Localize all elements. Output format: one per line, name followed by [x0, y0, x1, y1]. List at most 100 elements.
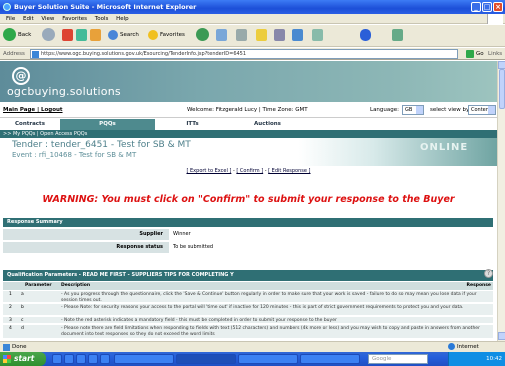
confirm-warning: WARNING: You must click on "Confirm" to …: [42, 194, 455, 205]
taskbar-window-button[interactable]: [300, 354, 360, 364]
back-button[interactable]: Back: [3, 28, 31, 43]
menu-file[interactable]: File: [6, 16, 15, 22]
tab-contracts[interactable]: Contracts: [0, 119, 60, 130]
research-button[interactable]: [392, 28, 403, 43]
minimize-button[interactable]: _: [471, 2, 481, 12]
windows-logo-icon: [487, 14, 503, 24]
menu-view[interactable]: View: [41, 16, 54, 22]
row-description: - As you progress through the questionna…: [61, 292, 477, 303]
scroll-up-icon[interactable]: [498, 61, 505, 69]
bluetooth-button[interactable]: [360, 28, 371, 43]
taskbar-window-button-active[interactable]: [176, 354, 236, 364]
window-title: Buyer Solution Suite - Microsoft Interne…: [14, 3, 197, 11]
favorites-button[interactable]: Favorites: [148, 28, 185, 43]
quicklaunch-icon[interactable]: [100, 354, 110, 364]
tab-pqqs[interactable]: PQQs: [60, 119, 155, 130]
home-button[interactable]: [90, 28, 101, 43]
row-description: - Please note there are field limitation…: [61, 326, 480, 337]
export-to-excel-link[interactable]: [ Export to Excel ]: [186, 168, 231, 174]
main-tabs: Contracts PQQs ITTs Auctions: [0, 119, 497, 130]
table-row: 4 d - Please note there are field limita…: [3, 325, 493, 339]
table-row: 2 b - Please Note: for security reasons …: [3, 304, 493, 316]
confirm-link[interactable]: [ Confirm ]: [236, 168, 263, 174]
menu-favorites[interactable]: Favorites: [62, 16, 87, 22]
ie-logo-icon: [3, 3, 11, 11]
main-page-logout-link[interactable]: Main Page | Logout: [3, 102, 63, 118]
go-arrow-icon: [466, 49, 474, 58]
tender-header: Tender : tender_6451 - Test for SB & MT …: [0, 138, 497, 166]
language-select[interactable]: GB: [402, 105, 424, 115]
top-navigation: Main Page | Logout Welcome: Fitzgerald L…: [0, 102, 497, 118]
maximize-button[interactable]: □: [482, 2, 492, 12]
history-button[interactable]: [196, 28, 211, 43]
history-icon: [196, 28, 209, 41]
summary-value: Winner: [169, 229, 493, 240]
scrollbar-thumb[interactable]: [499, 69, 505, 109]
quicklaunch-icon[interactable]: [64, 354, 74, 364]
windows-taskbar: start Google 10:42: [0, 352, 505, 366]
quicklaunch-icon[interactable]: [52, 354, 62, 364]
summary-row-status: Response status To be submitted: [3, 242, 493, 253]
page-icon: [32, 51, 39, 58]
page-content: @ ogcbuying.solutions Main Page | Logout…: [0, 61, 497, 341]
star-icon: [148, 29, 158, 40]
mail-button[interactable]: [216, 28, 227, 43]
home-icon: [90, 28, 101, 41]
forward-arrow-icon: [42, 28, 55, 41]
bluetooth-icon: [360, 28, 371, 41]
tab-auctions[interactable]: Auctions: [230, 119, 305, 130]
column-description: Description: [61, 283, 91, 288]
summary-label: Supplier: [139, 231, 163, 237]
qualification-column-headers: Parameter Description Response: [3, 282, 493, 290]
sub-navigation[interactable]: >> My PQQs | Open Access PQQs: [0, 130, 497, 138]
help-icon[interactable]: ?: [484, 269, 493, 278]
menu-bar: File Edit View Favorites Tools Help: [0, 14, 505, 24]
tab-itts[interactable]: ITTs: [155, 119, 230, 130]
taskbar-window-button[interactable]: [114, 354, 174, 364]
edit-button[interactable]: [256, 28, 267, 43]
links-button[interactable]: Links: [488, 48, 502, 60]
discuss-icon: [274, 28, 285, 41]
summary-value: To be submitted: [169, 242, 493, 253]
edit-response-link[interactable]: [ Edit Response ]: [268, 168, 310, 174]
page-icon: [3, 344, 10, 351]
window-title-bar[interactable]: Buyer Solution Suite - Microsoft Interne…: [0, 0, 505, 14]
refresh-button[interactable]: [76, 28, 87, 43]
stop-button[interactable]: [62, 28, 73, 43]
research-icon: [392, 28, 403, 41]
tools-button[interactable]: [312, 28, 323, 43]
column-parameter: Parameter: [25, 283, 52, 288]
vertical-scrollbar[interactable]: [497, 61, 505, 341]
menu-help[interactable]: Help: [116, 16, 129, 22]
site-logo-text[interactable]: ogcbuying.solutions: [7, 85, 121, 98]
menu-edit[interactable]: Edit: [23, 16, 34, 22]
table-row: 1 a - As you progress through the questi…: [3, 291, 493, 303]
mail-icon: [216, 28, 227, 41]
chevron-down-icon: [488, 106, 495, 114]
summary-row-supplier: Supplier Winner: [3, 229, 493, 240]
print-icon: [236, 28, 247, 41]
taskbar-search-input[interactable]: Google: [368, 354, 428, 364]
select-view-label: select view by:: [430, 107, 471, 113]
qualification-header: Qualification Parameters - READ ME FIRST…: [3, 270, 493, 281]
view-select[interactable]: Contents: [468, 105, 496, 115]
scroll-down-icon[interactable]: [498, 332, 505, 340]
taskbar-window-button[interactable]: [238, 354, 298, 364]
discuss-button[interactable]: [274, 28, 285, 43]
row-description: - Note the red asterisk indicates a mand…: [61, 318, 337, 323]
go-button[interactable]: Go: [466, 49, 484, 59]
address-input[interactable]: https://www.ogc.buying.solutions.gov.uk/…: [30, 49, 458, 59]
menu-tools[interactable]: Tools: [95, 16, 109, 22]
start-button[interactable]: start: [0, 352, 46, 366]
close-button[interactable]: ×: [493, 2, 503, 12]
messenger-button[interactable]: [292, 28, 303, 43]
event-title: Event : rfi_10468 - Test for SB & MT: [12, 151, 137, 159]
quicklaunch-icon[interactable]: [76, 354, 86, 364]
back-arrow-icon: [3, 28, 16, 41]
forward-button[interactable]: [42, 28, 57, 43]
search-button[interactable]: Search: [108, 28, 139, 43]
quicklaunch-icon[interactable]: [88, 354, 98, 364]
status-bar: Done Internet: [0, 341, 505, 352]
print-button[interactable]: [236, 28, 247, 43]
browser-toolbar: Back Search Favorites: [0, 25, 505, 47]
